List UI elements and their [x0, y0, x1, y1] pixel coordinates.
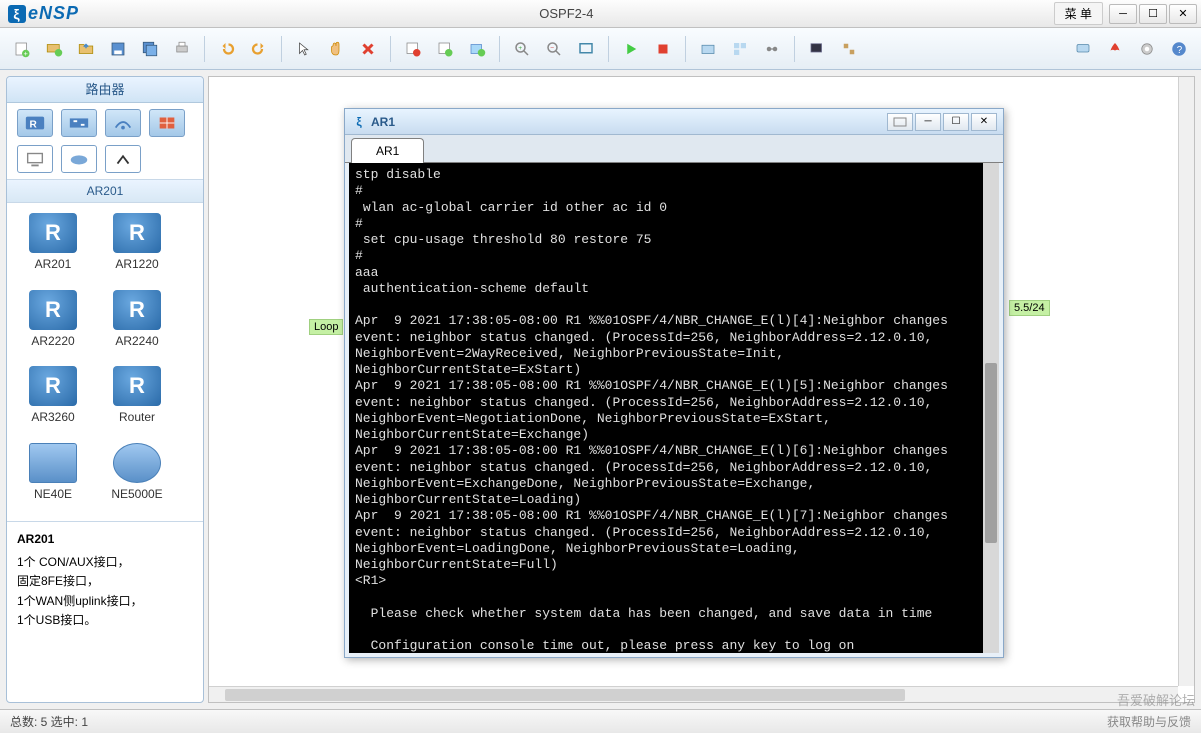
- terminal-scrollbar[interactable]: [983, 163, 999, 653]
- device-ar2240[interactable]: RAR2240: [95, 288, 179, 361]
- minimize-button[interactable]: ─: [1109, 4, 1137, 24]
- titlebar: ξ eNSP OSPF2-4 菜 单 ─ ☐ ✕: [0, 0, 1201, 28]
- svg-text:?: ?: [1177, 44, 1183, 55]
- delete-button[interactable]: [354, 35, 382, 63]
- toolbar-separator: [204, 36, 205, 62]
- app-logo: ξ eNSP: [4, 3, 79, 24]
- toolbar-separator: [685, 36, 686, 62]
- terminal-maximize-button[interactable]: ☐: [943, 113, 969, 131]
- toolbar-separator: [390, 36, 391, 62]
- category-router-icon[interactable]: R: [17, 109, 53, 137]
- terminal-tabs: AR1: [345, 135, 1003, 163]
- canvas-label-loop[interactable]: Loop: [309, 319, 343, 335]
- terminal-title: AR1: [371, 115, 887, 129]
- toolbar-separator: [499, 36, 500, 62]
- terminal-minimize-button[interactable]: ─: [915, 113, 941, 131]
- category-pc-icon[interactable]: [17, 145, 53, 173]
- save-button[interactable]: [104, 35, 132, 63]
- pan-tool-button[interactable]: [322, 35, 350, 63]
- message-button[interactable]: [1069, 35, 1097, 63]
- terminal-window[interactable]: ξ AR1 ─ ☐ ✕ AR1 stp disable # wlan ac-gl…: [344, 108, 1004, 658]
- save-as-button[interactable]: [136, 35, 164, 63]
- start-button[interactable]: [617, 35, 645, 63]
- capture-button[interactable]: [694, 35, 722, 63]
- statusbar: 总数: 5 选中: 1 获取帮助与反馈: [0, 709, 1201, 733]
- open-button[interactable]: [72, 35, 100, 63]
- undo-button[interactable]: [213, 35, 241, 63]
- toolbar-separator: [281, 36, 282, 62]
- device-router[interactable]: RRouter: [95, 364, 179, 437]
- sidebar: 路由器 R AR201 RAR201 RAR1220 RAR2220 RAR22…: [6, 76, 204, 703]
- window-title: OSPF2-4: [79, 6, 1054, 21]
- redo-button[interactable]: [245, 35, 273, 63]
- new-device-button[interactable]: [40, 35, 68, 63]
- device-list: RAR201 RAR1220 RAR2220 RAR2240 RAR3260 R…: [7, 203, 203, 521]
- layout-button[interactable]: [726, 35, 754, 63]
- terminal-titlebar[interactable]: ξ AR1 ─ ☐ ✕: [345, 109, 1003, 135]
- settings-button[interactable]: [1133, 35, 1161, 63]
- device-category-header: AR201: [7, 180, 203, 203]
- category-switch-icon[interactable]: [61, 109, 97, 137]
- remove-topo-button[interactable]: [399, 35, 427, 63]
- logo-icon: ξ: [8, 5, 26, 23]
- canvas-label-subnet[interactable]: 5.5/24: [1009, 300, 1050, 316]
- device-ne40e[interactable]: NE40E: [11, 441, 95, 514]
- huawei-icon[interactable]: [1101, 35, 1129, 63]
- device-ar3260[interactable]: RAR3260: [11, 364, 95, 437]
- sidebar-header: 路由器: [7, 77, 203, 103]
- terminal-tab-ar1[interactable]: AR1: [351, 138, 424, 163]
- device-ar1220[interactable]: RAR1220: [95, 211, 179, 284]
- canvas-hscrollbar[interactable]: [209, 686, 1178, 702]
- menu-button[interactable]: 菜 单: [1054, 2, 1103, 25]
- category-wlan-icon[interactable]: [105, 109, 141, 137]
- svg-text:R: R: [30, 120, 38, 131]
- show-interface-button[interactable]: [758, 35, 786, 63]
- category-cloud-icon[interactable]: [61, 145, 97, 173]
- description-line: 1个WAN侧uplink接口，: [17, 592, 193, 611]
- description-title: AR201: [17, 530, 193, 549]
- device-description: AR201 1个 CON/AUX接口， 固定8FE接口， 1个WAN侧uplin…: [7, 521, 203, 702]
- new-topo-button[interactable]: +: [8, 35, 36, 63]
- close-button[interactable]: ✕: [1169, 4, 1197, 24]
- svg-text:+: +: [518, 44, 522, 51]
- description-line: 固定8FE接口，: [17, 572, 193, 591]
- status-hint: 获取帮助与反馈: [1107, 713, 1191, 730]
- category-connection-icon[interactable]: [105, 145, 141, 173]
- canvas-vscrollbar[interactable]: [1178, 77, 1194, 686]
- help-button[interactable]: ?: [1165, 35, 1193, 63]
- zoom-out-button[interactable]: −: [540, 35, 568, 63]
- category-firewall-icon[interactable]: [149, 109, 185, 137]
- print-button[interactable]: [168, 35, 196, 63]
- add-text-button[interactable]: [431, 35, 459, 63]
- terminal-record-button[interactable]: [887, 113, 913, 131]
- zoom-in-button[interactable]: +: [508, 35, 536, 63]
- main-toolbar: + + − ?: [0, 28, 1201, 70]
- add-shape-button[interactable]: [463, 35, 491, 63]
- svg-text:−: −: [550, 44, 554, 51]
- tools-button[interactable]: [835, 35, 863, 63]
- pointer-tool-button[interactable]: [290, 35, 318, 63]
- device-ar2220[interactable]: RAR2220: [11, 288, 95, 361]
- terminal-scroll-thumb[interactable]: [985, 363, 997, 543]
- terminal-close-button[interactable]: ✕: [971, 113, 997, 131]
- description-line: 1个 CON/AUX接口，: [17, 553, 193, 572]
- hscroll-thumb[interactable]: [225, 689, 905, 701]
- terminal-icon: ξ: [351, 114, 367, 130]
- toolbar-separator: [608, 36, 609, 62]
- status-count: 总数: 5 选中: 1: [10, 713, 88, 730]
- toolbar-separator: [794, 36, 795, 62]
- zoom-fit-button[interactable]: [572, 35, 600, 63]
- category-icons: R: [7, 103, 203, 179]
- device-ne5000e[interactable]: NE5000E: [95, 441, 179, 514]
- open-all-cli-button[interactable]: [803, 35, 831, 63]
- maximize-button[interactable]: ☐: [1139, 4, 1167, 24]
- svg-text:+: +: [24, 48, 29, 57]
- description-line: 1个USB接口。: [17, 611, 193, 630]
- terminal-output[interactable]: stp disable # wlan ac-global carrier id …: [349, 163, 999, 653]
- app-name: eNSP: [28, 3, 79, 24]
- device-ar201[interactable]: RAR201: [11, 211, 95, 284]
- stop-button[interactable]: [649, 35, 677, 63]
